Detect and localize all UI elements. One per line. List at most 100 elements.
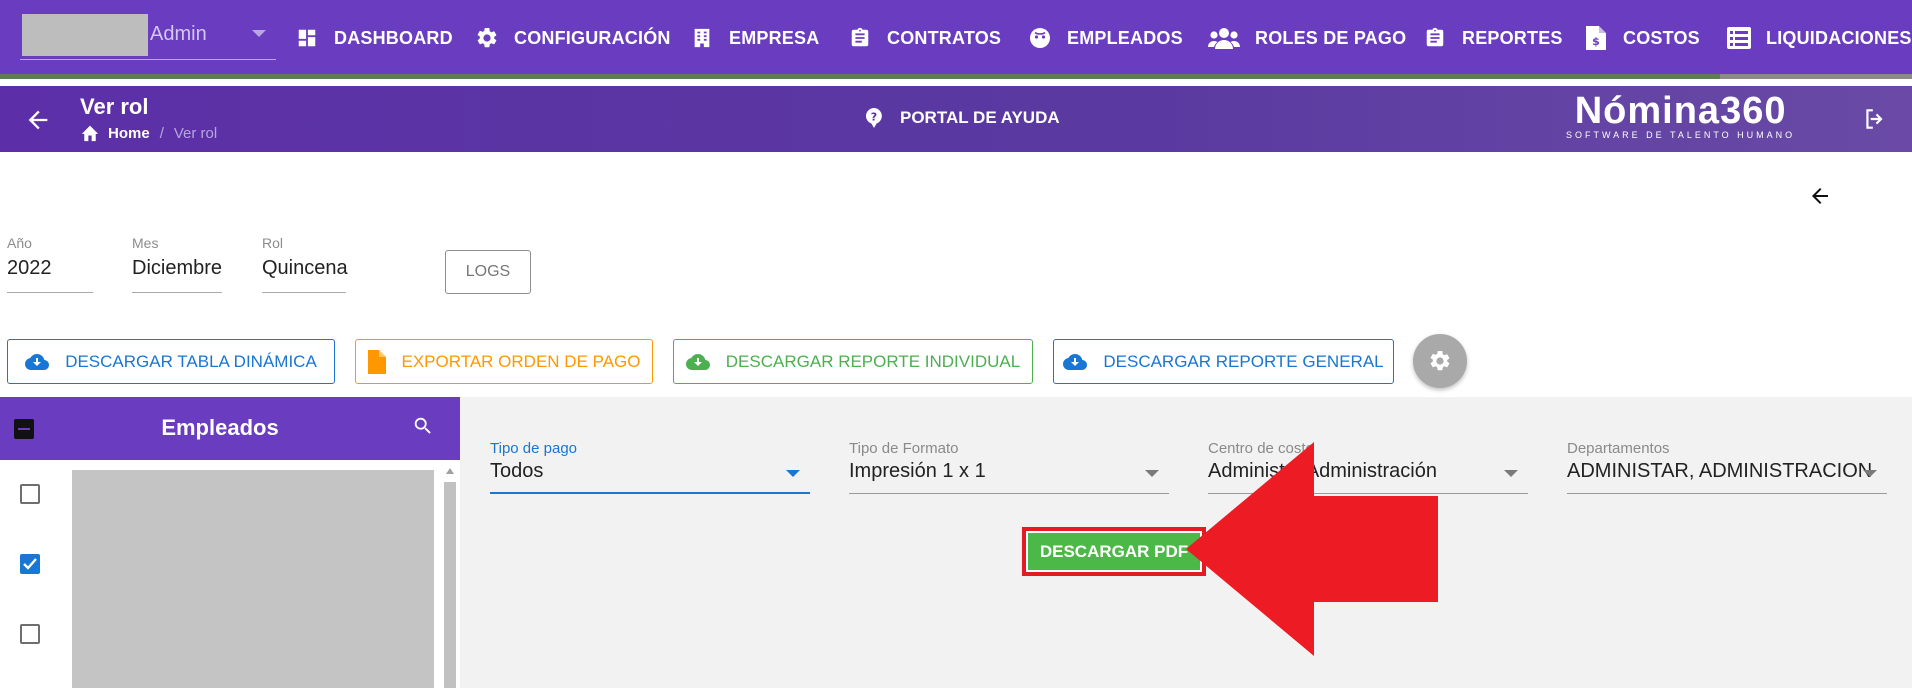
settings-button[interactable] [1413, 334, 1467, 388]
help-portal-link[interactable]: ? PORTAL DE AYUDA [862, 106, 1060, 130]
search-icon[interactable] [412, 415, 436, 439]
employees-header: Empleados [0, 397, 460, 460]
avatar [22, 14, 148, 56]
report-clipboard-icon [1422, 25, 1448, 51]
user-menu[interactable]: Admin [20, 10, 276, 60]
top-navigation-bar: Admin DASHBOARD CONFIGURACIÓN EMPRESA CO… [0, 0, 1912, 79]
back-arrow-icon[interactable] [24, 106, 52, 134]
dropdown-arrow-icon[interactable] [786, 470, 800, 477]
departments-label: Departamentos [1567, 440, 1670, 457]
dropdown-arrow-icon[interactable] [1504, 470, 1518, 477]
dropdown-arrow-icon[interactable] [1145, 470, 1159, 477]
download-general-report-label: DESCARGAR REPORTE GENERAL [1103, 351, 1384, 371]
breadcrumb: Home / Ver rol [80, 124, 217, 142]
help-portal-label: PORTAL DE AYUDA [900, 108, 1060, 127]
employee-list-redacted [72, 470, 434, 688]
logo-title: Nómina360 [1574, 90, 1787, 132]
role-value[interactable]: Quincena [262, 257, 348, 293]
nav-item-label: DASHBOARD [334, 27, 453, 48]
gear-icon [474, 25, 500, 51]
download-pdf-label: DESCARGAR PDF [1028, 533, 1200, 570]
nav-item-label: COSTOS [1623, 27, 1700, 48]
page-title: Ver rol [80, 94, 149, 119]
cloud-download-icon [1063, 353, 1088, 371]
breadcrumb-home[interactable]: Home [108, 125, 150, 142]
dropdown-arrow-icon[interactable] [1863, 470, 1877, 477]
month-label: Mes [132, 235, 159, 251]
home-icon[interactable] [80, 124, 100, 142]
month-value[interactable]: Diciembre [132, 257, 222, 293]
file-icon [367, 349, 386, 374]
nav-progress-line [0, 74, 1912, 79]
format-type-label: Tipo de Formato [849, 440, 959, 457]
employee-row-checkbox[interactable] [20, 484, 40, 504]
nav-item-label: EMPLEADOS [1067, 27, 1183, 48]
download-pivot-table-label: DESCARGAR TABLA DINÁMICA [65, 351, 317, 371]
nav-item-contratos[interactable]: CONTRATOS [847, 22, 1001, 54]
logs-button[interactable]: LOGS [445, 250, 531, 294]
download-individual-report-button[interactable]: DESCARGAR REPORTE INDIVIDUAL [673, 339, 1033, 384]
employee-row-checkbox-checked[interactable] [20, 554, 40, 574]
svg-text:?: ? [871, 111, 877, 124]
role-field[interactable]: Rol Quincena [262, 235, 348, 293]
breadcrumb-separator: / [159, 124, 164, 142]
cloud-download-icon [685, 353, 710, 371]
download-pivot-table-button[interactable]: DESCARGAR TABLA DINÁMICA [7, 339, 335, 384]
nav-item-empresa[interactable]: EMPRESA [689, 22, 819, 54]
payment-type-select[interactable]: Tipo de pago Todos [490, 440, 810, 494]
year-value[interactable]: 2022 [7, 257, 93, 293]
nav-item-liquidaciones[interactable]: LIQUIDACIONES [1726, 22, 1912, 54]
scrollbar[interactable] [442, 466, 458, 688]
employees-panel: Empleados [0, 397, 460, 688]
download-pdf-button[interactable]: DESCARGAR PDF [1022, 527, 1206, 576]
nav-item-empleados[interactable]: EMPLEADOS [1027, 22, 1183, 54]
cloud-download-icon [25, 353, 50, 371]
invoice-dollar-icon: $ [1583, 25, 1609, 51]
nav-item-label: EMPRESA [729, 27, 820, 48]
year-field[interactable]: Año 2022 [7, 235, 93, 293]
nav-item-label: LIQUIDACIONES [1766, 27, 1912, 48]
face-icon [1027, 25, 1053, 51]
user-name: Admin [150, 23, 207, 45]
departments-select[interactable]: Departamentos ADMINISTAR, ADMINISTRACION [1567, 440, 1887, 494]
format-type-select[interactable]: Tipo de Formato Impresión 1 x 1 [849, 440, 1169, 494]
gear-icon [1428, 349, 1452, 373]
year-label: Año [7, 235, 32, 251]
month-field[interactable]: Mes Diciembre [132, 235, 222, 293]
dashboard-icon [294, 25, 320, 51]
annotation-arrow-icon [1186, 442, 1438, 656]
export-payment-order-button[interactable]: EXPORTAR ORDEN DE PAGO [355, 339, 653, 384]
building-icon [689, 25, 715, 51]
breadcrumb-current: Ver rol [173, 124, 218, 142]
svg-text:$: $ [1592, 35, 1600, 48]
nav-item-reportes[interactable]: REPORTES [1422, 22, 1563, 54]
brand-logo: Nómina360 SOFTWARE DE TALENTO HUMANO [1566, 90, 1795, 140]
nav-item-dashboard[interactable]: DASHBOARD [294, 22, 453, 54]
nav-item-configuracion[interactable]: CONFIGURACIÓN [474, 22, 671, 54]
nav-item-label: REPORTES [1462, 27, 1563, 48]
page-header: Ver rol Home / Ver rol ? PORTAL DE AYUDA… [0, 86, 1912, 152]
help-icon: ? [862, 106, 886, 130]
employee-row-checkbox[interactable] [20, 624, 40, 644]
logout-icon[interactable] [1862, 106, 1890, 134]
back-arrow-icon[interactable] [1808, 184, 1834, 210]
payment-type-label: Tipo de pago [490, 440, 578, 457]
chevron-down-icon[interactable] [252, 30, 266, 37]
nav-item-costos[interactable]: $ COSTOS [1583, 22, 1700, 54]
nav-item-label: CONTRATOS [887, 27, 1002, 48]
group-icon [1207, 25, 1241, 51]
nav-item-label: ROLES DE PAGO [1255, 27, 1407, 48]
logo-tagline: SOFTWARE DE TALENTO HUMANO [1566, 130, 1796, 140]
scroll-up-arrow-icon[interactable] [446, 468, 454, 474]
scrollbar-thumb[interactable] [444, 482, 456, 688]
departments-value: ADMINISTAR, ADMINISTRACION [1567, 460, 1873, 482]
role-label: Rol [262, 235, 284, 251]
nav-item-roles-de-pago[interactable]: ROLES DE PAGO [1207, 22, 1406, 54]
list-icon [1726, 25, 1752, 51]
download-individual-report-label: DESCARGAR REPORTE INDIVIDUAL [725, 351, 1021, 371]
clipboard-icon [847, 25, 873, 51]
payment-type-value: Todos [490, 460, 544, 482]
download-general-report-button[interactable]: DESCARGAR REPORTE GENERAL [1053, 339, 1394, 384]
format-type-value: Impresión 1 x 1 [849, 460, 986, 482]
nav-item-label: CONFIGURACIÓN [514, 27, 671, 48]
